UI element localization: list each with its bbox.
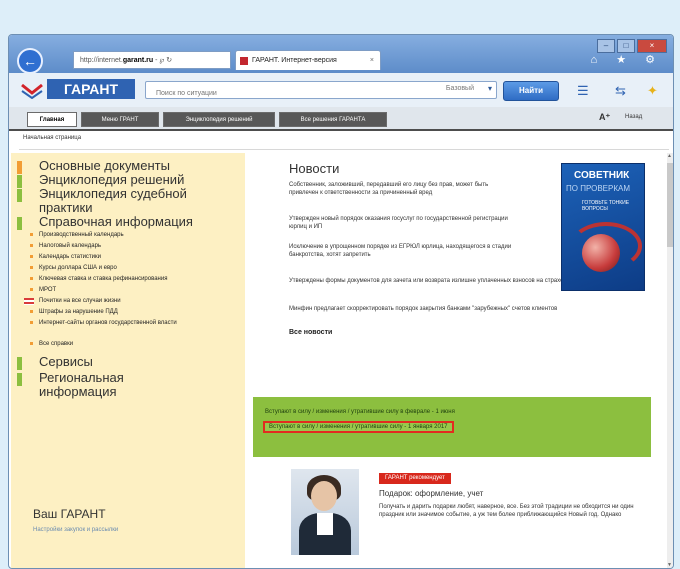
section-regional-info[interactable]: Региональная информация (39, 371, 169, 399)
promo-title: СОВЕТНИК (574, 170, 630, 181)
bullet-icon (30, 342, 33, 345)
brand-name: ГАРАНТ (47, 79, 135, 99)
your-garant-title[interactable]: Ваш ГАРАНТ (33, 507, 106, 521)
section-marker (17, 175, 22, 188)
section-marker (17, 189, 22, 202)
list-item[interactable]: Почитки на все случаи жизни (39, 297, 121, 305)
section-marker (17, 161, 22, 174)
favicon-icon (240, 57, 248, 65)
photo-shirt (317, 513, 333, 535)
changes-link[interactable]: Вступают в силу / изменения / утратившие… (265, 409, 455, 415)
back-arrow-icon[interactable]: ← (17, 48, 43, 74)
feature-title[interactable]: Подарок: оформление, учет (379, 489, 483, 498)
feature-text: Получать и дарить подарки любят, наверно… (379, 504, 634, 518)
list-item[interactable]: Ключевая ставка и ставка рефинансировани… (39, 275, 239, 283)
left-panel: Основные документы Энциклопедия решений … (11, 153, 245, 568)
section-main-documents[interactable]: Основные документы (39, 159, 170, 173)
section-court-practice[interactable]: Энциклопедия судебной практики (39, 187, 239, 215)
section-services[interactable]: Сервисы (39, 355, 93, 369)
tab-encyclopedia[interactable]: Энциклопедия решений (163, 112, 275, 127)
section-reference-info[interactable]: Справочная информация (39, 215, 193, 229)
search-scope[interactable]: Базовый (446, 85, 474, 92)
news-item[interactable]: Собственник, заложивший, передавший его … (289, 181, 519, 197)
list-item[interactable]: Интернет-сайты органов государственной в… (39, 319, 219, 327)
browser-tab[interactable]: ГАРАНТ. Интернет-версия × (235, 50, 381, 70)
your-garant-subtitle[interactable]: Настройки закупок и рассылки (33, 527, 118, 533)
garant-logo[interactable]: ГАРАНТ (21, 79, 139, 101)
changes-block: Вступают в силу / изменения / утратившие… (253, 397, 651, 457)
address-prefix: http://internet. (80, 57, 123, 64)
list-item[interactable]: Все справки (39, 340, 73, 348)
bullet-icon (30, 266, 33, 269)
flag-icon (24, 298, 34, 305)
scrollbar-thumb[interactable] (667, 163, 673, 247)
promo-sphere-icon (582, 234, 620, 272)
address-bar[interactable]: http://internet.garant.ru - ℘ ↻ (73, 51, 231, 69)
bullet-icon (30, 288, 33, 291)
window-controls: – □ × (595, 35, 667, 53)
bullet-icon (30, 233, 33, 236)
breadcrumb[interactable]: Начальная страница (23, 135, 81, 141)
list-item[interactable]: Календарь статистики (39, 253, 101, 261)
main-content: Новости Собственник, заложивший, передав… (245, 153, 665, 568)
main-tabs: Главная Меню ГРАНТ Энциклопедия решений … (9, 107, 673, 131)
browser-window: ← http://internet.garant.ru - ℘ ↻ ГАРАНТ… (8, 34, 674, 569)
address-suffix: - ℘ ↻ (153, 57, 173, 64)
changes-link-highlighted[interactable]: Вступают в силу / изменения / утратившие… (263, 421, 454, 433)
feature-photo[interactable] (291, 469, 359, 555)
close-window-button[interactable]: × (637, 39, 667, 53)
bullet-icon (30, 244, 33, 247)
list-item[interactable]: Штрафы за нарушение ПДД (39, 308, 118, 316)
divider (19, 149, 669, 150)
promo-banner[interactable]: СОВЕТНИК ПО ПРОВЕРКАМ ГОТОВЬТЕ ТОНКИЕ ВО… (561, 163, 645, 291)
font-size-button[interactable]: A⁺ (599, 112, 610, 123)
news-item[interactable]: Минфин предлагает скорректировать порядо… (289, 305, 639, 313)
tab-main[interactable]: Главная (27, 112, 77, 127)
back-link[interactable]: Назад (625, 114, 642, 120)
all-news-link[interactable]: Все новости (289, 329, 332, 336)
list-item[interactable]: МРОТ (39, 286, 56, 294)
news-item[interactable]: Утвержден новый порядок оказания госуслу… (289, 215, 519, 231)
news-item[interactable]: Исключение в упрощенном порядке из ЕГРЮЛ… (289, 243, 519, 259)
news-title: Новости (289, 161, 340, 176)
compare-icon[interactable]: ⇆ (615, 83, 626, 99)
section-marker (17, 373, 22, 386)
tab-all-solutions[interactable]: Все решения ГАРАНТА (279, 112, 387, 127)
notification-icon[interactable]: ✦ (647, 83, 658, 99)
browser-tab-label: ГАРАНТ. Интернет-версия (252, 57, 337, 64)
close-tab-icon[interactable]: × (370, 51, 374, 71)
search-box[interactable]: Базовый ▾ (145, 81, 497, 102)
section-encyclopedia-solutions[interactable]: Энциклопедия решений (39, 173, 184, 187)
section-marker (17, 217, 22, 230)
browser-tool-icons[interactable]: ⌂ ★ ⚙ (591, 53, 663, 66)
tab-menu[interactable]: Меню ГРАНТ (81, 112, 159, 127)
photo-face (311, 481, 337, 511)
recommend-badge: ГАРАНТ рекомендует (379, 473, 451, 484)
address-domain: garant.ru (122, 57, 154, 64)
chevron-down-icon[interactable]: ▾ (488, 84, 492, 93)
find-button[interactable]: Найти (503, 81, 559, 101)
list-item[interactable]: Налоговый календарь (39, 242, 101, 250)
app-toolbar: ГАРАНТ Базовый ▾ Найти ☰ ⇆ ✦ (9, 73, 673, 108)
bullet-icon (30, 321, 33, 324)
bullet-icon (30, 255, 33, 258)
promo-note: ГОТОВЬТЕ ТОНКИЕ ВОПРОСЫ (582, 200, 630, 212)
scroll-up-icon[interactable]: ▲ (667, 153, 672, 159)
bullet-icon (30, 277, 33, 280)
garant-logo-icon (21, 83, 43, 99)
list-item[interactable]: Курсы доллара США и евро (39, 264, 117, 272)
title-bar: ← http://internet.garant.ru - ℘ ↻ ГАРАНТ… (9, 35, 673, 74)
promo-subtitle: ПО ПРОВЕРКАМ (566, 184, 630, 193)
list-item[interactable]: Производственный календарь (39, 231, 124, 239)
document-list-icon[interactable]: ☰ (577, 83, 589, 99)
maximize-button[interactable]: □ (617, 39, 635, 53)
section-marker (17, 357, 22, 370)
scrollbar[interactable]: ▲ ▼ (667, 153, 673, 568)
search-input[interactable] (154, 85, 408, 102)
scroll-down-icon[interactable]: ▼ (667, 562, 672, 568)
minimize-button[interactable]: – (597, 39, 615, 53)
bullet-icon (30, 310, 33, 313)
